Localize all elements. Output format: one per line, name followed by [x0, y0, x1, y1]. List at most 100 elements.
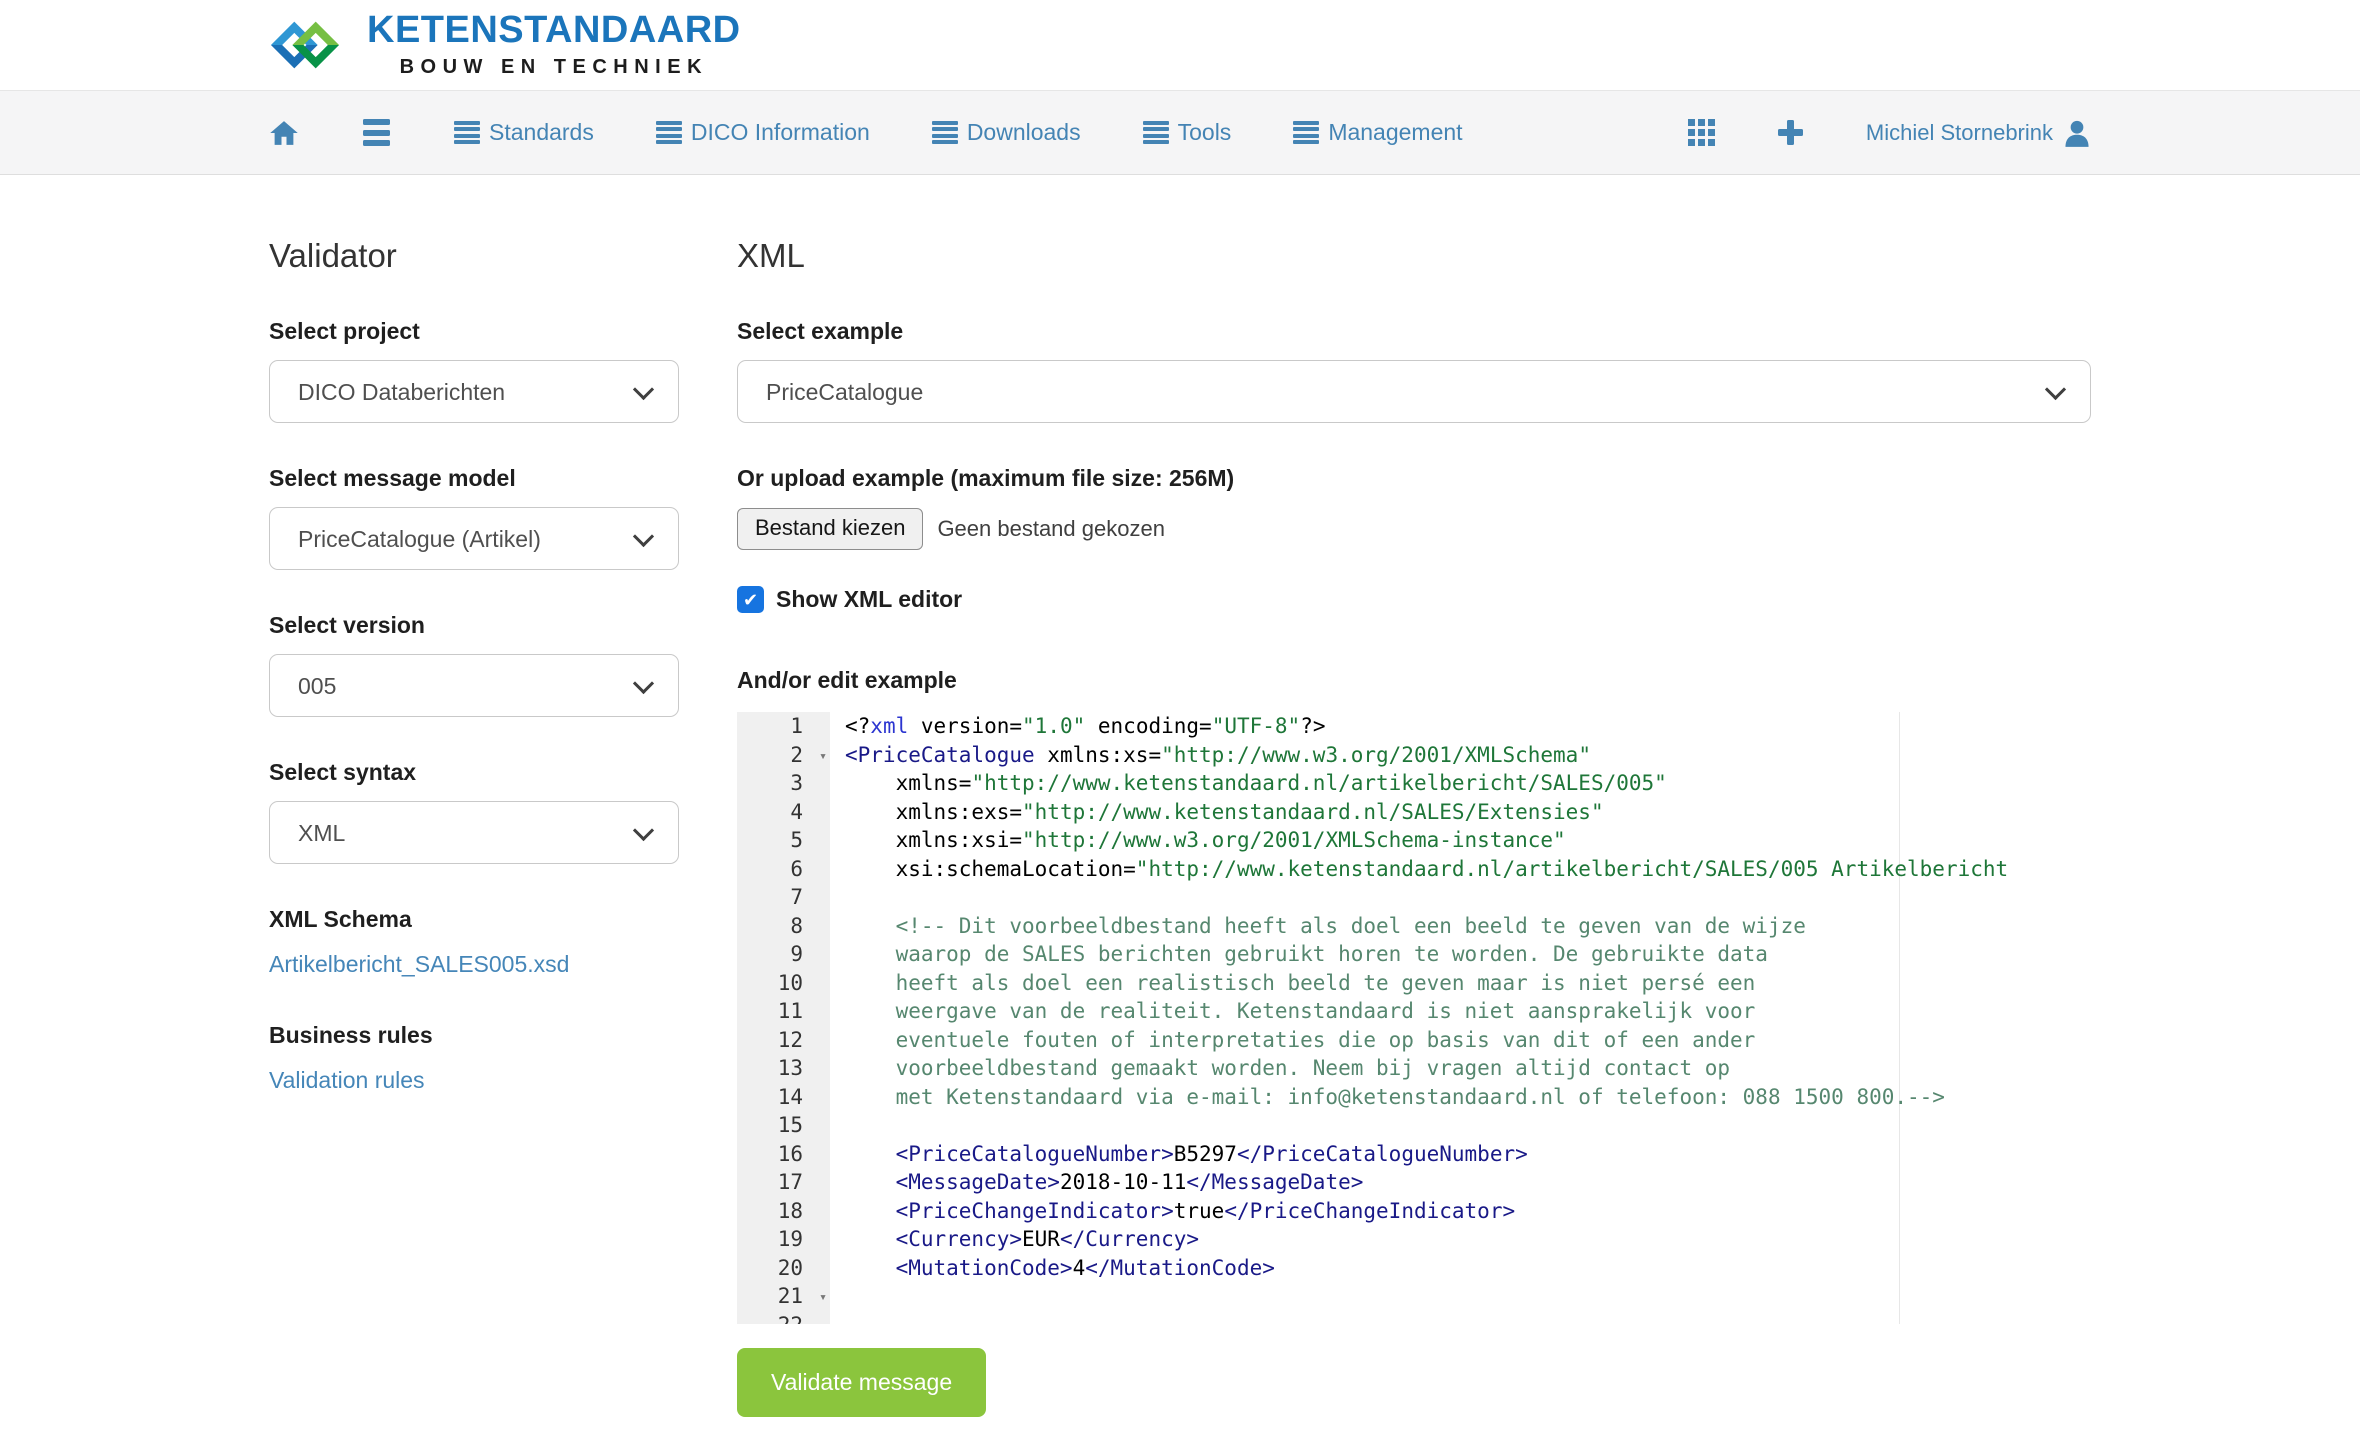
code-line[interactable]: <PriceCatalogueNumber>B5297</PriceCatalo… [830, 1140, 1528, 1169]
nav-items: Standards DICO Information Downloads Tools M… [454, 119, 1463, 146]
line-number: 10 [737, 969, 830, 998]
xml-title: XML [737, 235, 2091, 276]
show-xml-editor-label: Show XML editor [776, 586, 962, 613]
line-number: 1 [737, 712, 830, 741]
validator-panel: Validator Select project DICO Databericht… [269, 235, 679, 1417]
list-icon [656, 121, 682, 144]
nav-item-standards[interactable]: Standards [454, 119, 594, 146]
line-number: 11 [737, 997, 830, 1026]
validator-title: Validator [269, 235, 679, 276]
header: KETENSTANDAARD BOUW EN TECHNIEK [0, 0, 2360, 90]
editor-lines: 1<?xml version="1.0" encoding="UTF-8"?>2… [737, 712, 2091, 1324]
nav-item-tools[interactable]: Tools [1143, 119, 1232, 146]
line-number: 13 [737, 1054, 830, 1083]
line-number: 12 [737, 1026, 830, 1055]
line-number: 6 [737, 855, 830, 884]
line-number: 15 [737, 1111, 830, 1140]
xml-schema-link[interactable]: Artikelbericht_SALES005.xsd [269, 951, 569, 978]
code-line[interactable]: xsi:schemaLocation="http://www.ketenstan… [830, 855, 2008, 884]
code-line[interactable]: weergave van de realiteit. Ketenstandaar… [830, 997, 1755, 1026]
code-line[interactable]: <MessageDate>2018-10-11</MessageDate> [830, 1168, 1363, 1197]
select-select-syntax[interactable]: XML [269, 801, 679, 864]
code-line[interactable]: heeft als doel een realistisch beeld te … [830, 969, 1755, 998]
line-number: 16 [737, 1140, 830, 1169]
select-select-message-model[interactable]: PriceCatalogue (Artikel) [269, 507, 679, 570]
fold-arrow-icon[interactable]: ▾ [819, 743, 827, 772]
validation-rules-link[interactable]: Validation rules [269, 1067, 425, 1094]
code-line[interactable]: eventuele fouten of interpretaties die o… [830, 1026, 1755, 1055]
user-icon [2063, 118, 2091, 148]
list-icon [1143, 121, 1169, 144]
code-line[interactable]: xmlns:xsi="http://www.w3.org/2001/XMLSch… [830, 826, 1566, 855]
line-number: 2▾ [737, 741, 830, 770]
choose-file-button[interactable]: Bestand kiezen [737, 508, 923, 550]
select-select-version[interactable]: 005 [269, 654, 679, 717]
nav-item-dico-information[interactable]: DICO Information [656, 119, 870, 146]
code-line[interactable]: <?xml version="1.0" encoding="UTF-8"?> [830, 712, 1326, 741]
nav-item-downloads[interactable]: Downloads [932, 119, 1081, 146]
line-number: 21▾ [737, 1282, 830, 1311]
line-number: 8 [737, 912, 830, 941]
code-line[interactable]: <PriceChangeIndicator>true</PriceChangeI… [830, 1197, 1515, 1226]
code-line[interactable]: <!-- Dit voorbeeldbestand heeft als doel… [830, 912, 1806, 941]
user-menu[interactable]: Michiel Stornebrink [1866, 118, 2091, 148]
xml-panel: XML Select example PriceCatalogue Or upl… [737, 235, 2091, 1417]
fold-arrow-icon[interactable]: ▾ [819, 1284, 827, 1313]
select-example-label: Select example [737, 318, 2091, 345]
nav-item-label: Downloads [967, 119, 1081, 146]
field-label: Select version [269, 612, 679, 639]
line-number: 14 [737, 1083, 830, 1112]
nav-item-management[interactable]: Management [1293, 119, 1462, 146]
code-line[interactable] [830, 1311, 845, 1325]
select-example[interactable]: PriceCatalogue [737, 360, 2091, 423]
line-number: 20 [737, 1254, 830, 1283]
line-number: 5 [737, 826, 830, 855]
xml-schema-label: XML Schema [269, 906, 679, 933]
user-name: Michiel Stornebrink [1866, 120, 2053, 146]
xml-code-editor[interactable]: 1<?xml version="1.0" encoding="UTF-8"?>2… [737, 712, 2091, 1324]
brand[interactable]: KETENSTANDAARD BOUW EN TECHNIEK [269, 9, 741, 81]
line-number: 4 [737, 798, 830, 827]
line-number: 22 [737, 1311, 830, 1325]
list-icon [454, 121, 480, 144]
field-label: Select project [269, 318, 679, 345]
plus-icon[interactable] [1777, 119, 1804, 146]
line-number: 7 [737, 883, 830, 912]
code-line[interactable]: voorbeeldbestand gemaakt worden. Neem bi… [830, 1054, 1730, 1083]
home-icon[interactable] [269, 118, 299, 148]
sidebar-fields: Select project DICO Databerichten Select m… [269, 318, 679, 864]
code-line[interactable]: <Currency>EUR</Currency> [830, 1225, 1199, 1254]
code-line[interactable]: met Ketenstandaard via e-mail: info@kete… [830, 1083, 1945, 1112]
page: KETENSTANDAARD BOUW EN TECHNIEK Standard… [0, 0, 2360, 1447]
menu-icon[interactable] [363, 119, 390, 146]
code-line[interactable]: xmlns="http://www.ketenstandaard.nl/arti… [830, 769, 1667, 798]
code-line[interactable]: waarop de SALES berichten gebruikt horen… [830, 940, 1768, 969]
code-line[interactable]: <MutationCode>4</MutationCode> [830, 1254, 1275, 1283]
nav-item-label: Tools [1178, 119, 1232, 146]
line-number: 17 [737, 1168, 830, 1197]
brand-name: KETENSTANDAARD [367, 11, 741, 49]
validate-message-button[interactable]: Validate message [737, 1348, 986, 1417]
field-label: Select syntax [269, 759, 679, 786]
list-icon [1293, 121, 1319, 144]
code-line[interactable]: <PriceCatalogue xmlns:xs="http://www.w3.… [830, 741, 1591, 770]
line-number: 9 [737, 940, 830, 969]
line-number: 3 [737, 769, 830, 798]
file-status: Geen bestand gekozen [937, 516, 1165, 542]
show-xml-editor-checkbox[interactable] [737, 586, 764, 613]
ketenstandaard-logo-icon [269, 9, 341, 81]
code-line[interactable]: xmlns:exs="http://www.ketenstandaard.nl/… [830, 798, 1604, 827]
field-label: Select message model [269, 465, 679, 492]
nav-item-label: Management [1328, 119, 1462, 146]
nav-item-label: Standards [489, 119, 594, 146]
line-number: 19 [737, 1225, 830, 1254]
select-select-project[interactable]: DICO Databerichten [269, 360, 679, 423]
main-nav: Standards DICO Information Downloads Tools M… [0, 90, 2360, 175]
code-line[interactable] [830, 883, 845, 912]
apps-grid-icon[interactable] [1688, 119, 1715, 146]
code-line[interactable] [830, 1111, 845, 1140]
code-line[interactable] [830, 1282, 845, 1311]
list-icon [932, 121, 958, 144]
brand-tagline: BOUW EN TECHNIEK [400, 56, 708, 79]
upload-label: Or upload example (maximum file size: 25… [737, 465, 2091, 492]
